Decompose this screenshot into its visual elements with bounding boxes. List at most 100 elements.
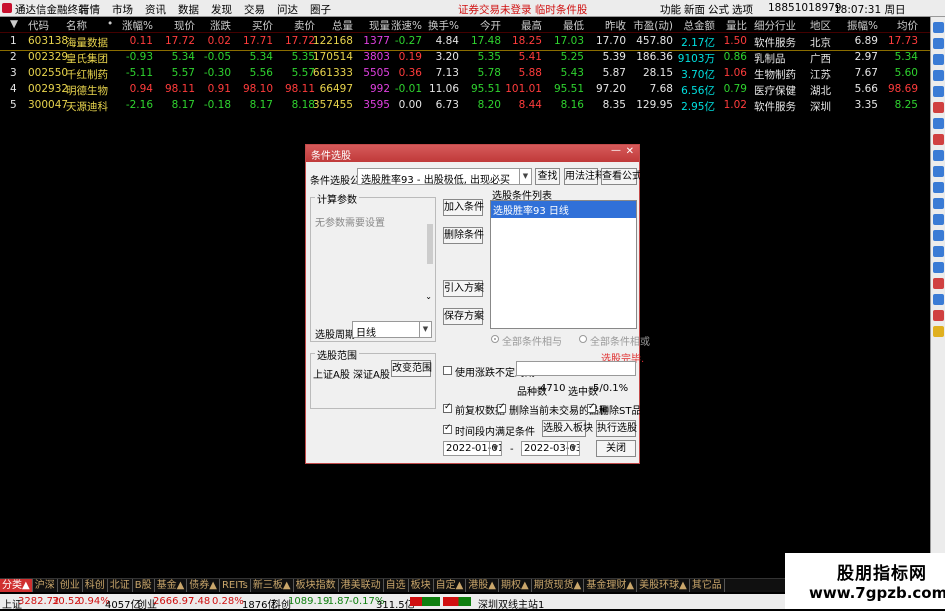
radio-or[interactable]: [579, 335, 587, 343]
toolbar-book-icon[interactable]: [933, 182, 944, 193]
delete-condition-button[interactable]: 删除条件: [443, 227, 484, 244]
table-row[interactable]: 1 603138 海量数据 0.11 17.72 0.02 17.71 17.7…: [0, 35, 930, 51]
toolbar-calc-icon[interactable]: [933, 214, 944, 225]
tab-hk-stock[interactable]: 港股▲: [466, 579, 499, 592]
col-cur-vol[interactable]: 现量: [369, 18, 390, 33]
toolbar-flag-icon[interactable]: [933, 310, 944, 321]
table-row[interactable]: 2 002329 皇氏集团 -0.93 5.34 -0.05 5.34 5.35…: [0, 51, 930, 67]
menu-ask[interactable]: 问达: [277, 2, 298, 17]
usage-button[interactable]: 用法注释: [564, 168, 605, 185]
col-ask[interactable]: 卖价: [294, 18, 315, 33]
tab-watchlist[interactable]: 自选: [384, 579, 409, 592]
params-scrollbar[interactable]: [427, 224, 433, 264]
forward-adjust-checkbox[interactable]: [443, 402, 452, 413]
save-plan-button[interactable]: 保存方案: [443, 308, 484, 325]
import-plan-button[interactable]: 引入方案: [443, 280, 484, 297]
col-high[interactable]: 最高: [521, 18, 542, 33]
menu-data[interactable]: 数据: [178, 2, 199, 17]
find-button[interactable]: 查找: [535, 168, 560, 185]
col-prev-close[interactable]: 昨收: [605, 18, 626, 33]
col-name[interactable]: 名称: [66, 18, 87, 33]
account-phone[interactable]: 18851018979: [768, 2, 842, 14]
col-change-pct[interactable]: 涨幅%: [122, 18, 153, 33]
col-area[interactable]: 地区: [810, 18, 831, 33]
toolbar-alert-icon[interactable]: [933, 278, 944, 289]
tab-futures[interactable]: 期货现货▲: [532, 579, 585, 592]
tab-hushen[interactable]: 沪深: [33, 579, 58, 592]
menu-new-page[interactable]: 新面: [684, 2, 705, 17]
col-pe[interactable]: 市盈(动): [633, 18, 673, 33]
period-select[interactable]: 日线 ▼: [352, 321, 432, 338]
menu-formula[interactable]: 公式: [708, 2, 729, 17]
col-industry[interactable]: 细分行业: [754, 18, 796, 33]
tab-hk-us-link[interactable]: 港美联动: [339, 579, 384, 592]
date-to-input[interactable]: 2022-03-03 ▼: [521, 441, 580, 456]
select-to-block-button[interactable]: 选股入板块: [542, 420, 593, 437]
toolbar-up-icon[interactable]: [933, 38, 944, 49]
menu-options[interactable]: 选项: [732, 2, 753, 17]
login-notice[interactable]: 证券交易未登录 临时条件股: [458, 2, 587, 17]
col-vol-ratio[interactable]: 量比: [726, 18, 747, 33]
view-formula-button[interactable]: 查看公式: [601, 168, 642, 185]
col-amplitude[interactable]: 振幅%: [847, 18, 878, 33]
toolbar-close-icon[interactable]: [933, 22, 944, 33]
sort-arrow-icon[interactable]: ▼: [10, 18, 18, 30]
tab-chinext[interactable]: 创业: [58, 579, 83, 592]
tab-star[interactable]: 科创: [83, 579, 108, 592]
date-from-input[interactable]: 2022-01-01 ▼: [443, 441, 502, 456]
time-range-checkbox[interactable]: [443, 423, 452, 434]
list-item[interactable]: 选股胜率93 日线: [491, 201, 636, 218]
menu-news[interactable]: 资讯: [145, 2, 166, 17]
run-selection-button[interactable]: 执行选股: [596, 420, 637, 437]
toolbar-folder-icon[interactable]: [933, 246, 944, 257]
tab-fund-finance[interactable]: 基金理财▲: [584, 579, 638, 592]
toolbar-chart-icon[interactable]: [933, 102, 944, 113]
formula-select[interactable]: 选股胜率93 - 出股极低, 出现必买 ▼: [357, 168, 532, 185]
col-low[interactable]: 最低: [563, 18, 584, 33]
menu-trade[interactable]: 交易: [244, 2, 265, 17]
col-amount[interactable]: 总金额: [684, 18, 716, 33]
col-bid[interactable]: 买价: [252, 18, 273, 33]
uncertain-period-input[interactable]: [516, 361, 636, 376]
toolbar-doc-icon[interactable]: [933, 198, 944, 209]
col-volume[interactable]: 总量: [332, 18, 353, 33]
tab-b-share[interactable]: B股: [133, 579, 155, 592]
uncertain-period-checkbox[interactable]: [443, 366, 452, 375]
toolbar-kline-icon[interactable]: [933, 134, 944, 145]
close-icon[interactable]: ✕: [626, 146, 634, 157]
table-row[interactable]: 3 002550 千红制药 -5.11 5.57 -0.30 5.56 5.57…: [0, 67, 930, 83]
menu-function[interactable]: 功能: [660, 2, 681, 17]
col-turnover[interactable]: 换手%: [428, 18, 459, 33]
toolbar-tool-icon[interactable]: [933, 294, 944, 305]
col-open[interactable]: 今开: [480, 18, 501, 33]
add-condition-button[interactable]: 加入条件: [443, 199, 484, 216]
tab-options[interactable]: 期权▲: [499, 579, 532, 592]
toolbar-table-icon[interactable]: [933, 230, 944, 241]
tab-reits[interactable]: REITs: [220, 579, 251, 592]
col-diff[interactable]: 涨跌: [210, 18, 231, 33]
tab-custom[interactable]: 自定▲: [434, 579, 467, 592]
toolbar-bell-icon[interactable]: [933, 326, 944, 337]
tab-bond[interactable]: 债券▲: [187, 579, 220, 592]
chevron-down-icon[interactable]: ▼: [419, 322, 431, 337]
toolbar-news-icon[interactable]: [933, 150, 944, 161]
table-row[interactable]: 4 002932 明德生物 0.94 98.11 0.91 98.10 98.1…: [0, 83, 930, 99]
close-button[interactable]: 关闭: [596, 440, 636, 457]
tab-other[interactable]: 其它品: [690, 579, 725, 592]
remove-st-checkbox[interactable]: [587, 402, 596, 413]
condition-list[interactable]: 选股胜率93 日线: [490, 200, 637, 329]
table-row[interactable]: 5 300047 天源迪科 -2.16 8.17 -0.18 8.17 8.18…: [0, 99, 930, 115]
minimize-icon[interactable]: —: [611, 145, 621, 156]
chevron-down-icon[interactable]: ▼: [489, 442, 501, 455]
toolbar-list-icon[interactable]: [933, 86, 944, 97]
tab-neeq[interactable]: 新三板▲: [251, 579, 294, 592]
toolbar-monitor-icon[interactable]: [933, 262, 944, 273]
col-speed[interactable]: 涨速%: [391, 18, 422, 33]
chevron-down-icon[interactable]: ▼: [567, 442, 579, 455]
menu-market[interactable]: 市场: [112, 2, 133, 17]
menu-quotes[interactable]: 行情: [79, 2, 100, 17]
col-avg-price[interactable]: 均价: [897, 18, 918, 33]
tab-bse[interactable]: 北证: [108, 579, 133, 592]
tab-sector-index[interactable]: 板块指数: [294, 579, 339, 592]
tab-us-global[interactable]: 美股环球▲: [637, 579, 690, 592]
